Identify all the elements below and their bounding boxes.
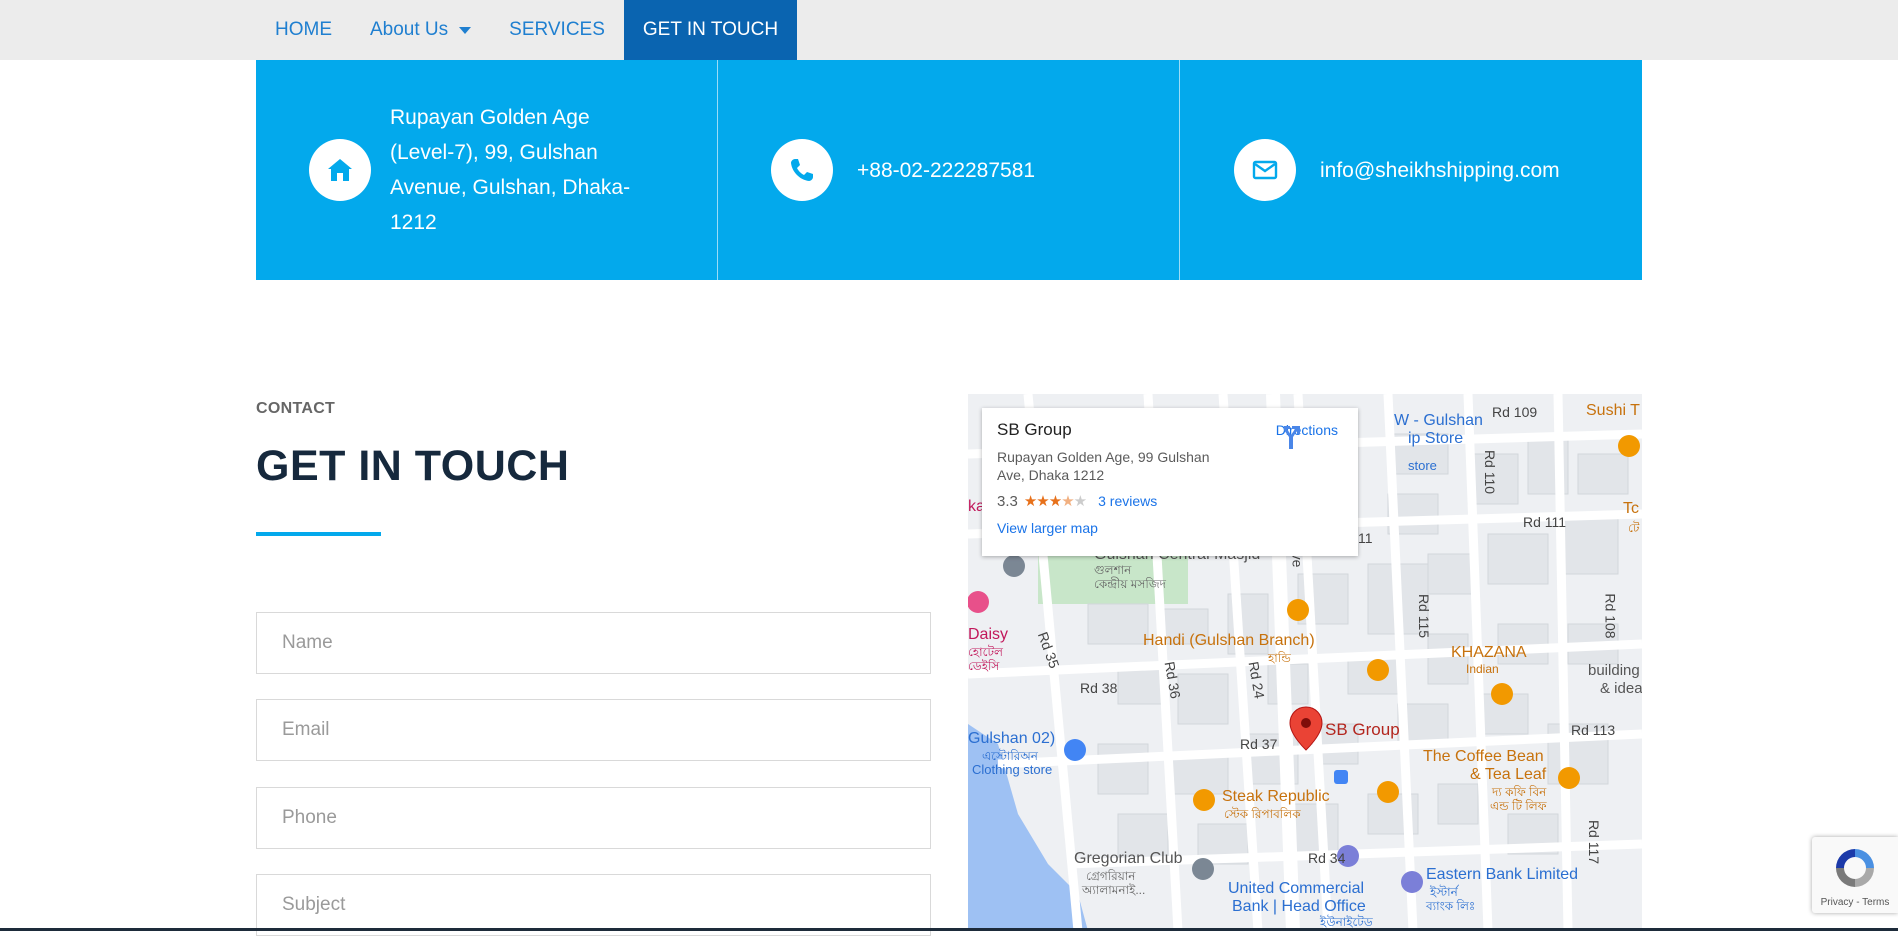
envelope-icon (1234, 139, 1296, 201)
rating-value: 3.3 (997, 492, 1018, 510)
map-label: ডেইসি (968, 659, 1000, 673)
map-label: Gulshan 02) (968, 730, 1056, 747)
email-text[interactable]: info@sheikhshipping.com (1320, 153, 1560, 188)
email-block: info@sheikhshipping.com (1180, 60, 1642, 280)
map-place-card: SB Group Rupayan Golden Age, 99 Gulshan … (982, 408, 1358, 556)
map-label: অ্যালামনাই... (1082, 883, 1146, 897)
map-label: ip Store (1408, 430, 1464, 447)
rating-stars-icon: ★★★★★ (1023, 493, 1087, 510)
map-label: Rd 115 (1416, 593, 1433, 639)
nav-about-us-label: About Us (370, 19, 449, 40)
map-label: Rd 111 (1523, 514, 1567, 530)
map-label: & idea (1600, 680, 1642, 697)
nav-home[interactable]: HOME (256, 0, 351, 60)
map-label: The Coffee Bean (1423, 748, 1544, 765)
map-label: 11 (1358, 530, 1373, 546)
map-label: store (1408, 458, 1437, 473)
nav-get-in-touch[interactable]: GET IN TOUCH (623, 0, 798, 60)
map-label: United Commercial (1228, 880, 1365, 897)
email-input[interactable] (256, 699, 931, 761)
sb-group-pin-label: SB Group (1325, 720, 1400, 739)
nav-home-label: HOME (275, 19, 332, 40)
phone-text[interactable]: +88-02-222287581 (857, 153, 1035, 188)
map-label: Rd 117 (1586, 819, 1603, 865)
map-label: Rd 109 (1492, 404, 1538, 420)
directions-button[interactable]: Directions (1276, 422, 1338, 449)
view-larger-map-link[interactable]: View larger map (997, 520, 1343, 536)
map-label: Clothing store (972, 762, 1053, 777)
map-label: building te (1588, 662, 1642, 679)
recaptcha-icon (1836, 849, 1874, 887)
place-address: Rupayan Golden Age, 99 Gulshan Ave, Dhak… (997, 449, 1210, 483)
home-icon (309, 139, 371, 201)
phone-input[interactable] (256, 787, 931, 849)
map-label: হান্ডি (1268, 651, 1291, 665)
map-label: Tc (1623, 500, 1639, 517)
place-rating: 3.3 ★★★★★ 3 reviews (997, 492, 1343, 511)
caret-down-icon (459, 26, 472, 34)
contact-info-band: Rupayan Golden Age (Level-7), 99, Gulsha… (256, 60, 1642, 280)
top-navbar: HOME About Us SERVICES GET IN TOUCH (0, 0, 1898, 60)
nav-services-label: SERVICES (509, 19, 605, 40)
map-label: Daisy (968, 626, 1009, 643)
google-map[interactable]: W - Gulshan ip Store store Rd 109 Sushi … (968, 394, 1642, 931)
phone-block: +88-02-222287581 (718, 60, 1180, 280)
directions-icon (1283, 426, 1300, 449)
map-label: টে (1628, 521, 1640, 535)
map-label: কেন্দ্রীয় মসজিদ (1094, 577, 1166, 591)
map-label: এন্ড টি লিফ (1490, 799, 1547, 813)
map-label: Eastern Bank Limited (1426, 866, 1579, 883)
map-label: Rd 38 (1080, 680, 1118, 696)
map-label: Handi (Gulshan Branch) (1143, 632, 1315, 649)
nav-get-in-touch-label: GET IN TOUCH (642, 19, 779, 40)
map-label: Rd 34 (1308, 850, 1346, 866)
address-block: Rupayan Golden Age (Level-7), 99, Gulsha… (256, 60, 718, 280)
recaptcha-links[interactable]: Privacy - Terms (1812, 897, 1898, 908)
map-label: Gregorian Club (1074, 850, 1183, 867)
map-label: Indian (1466, 662, 1499, 676)
map-label: স্টেক রিপাবলিক (1224, 807, 1301, 821)
name-input[interactable] (256, 612, 931, 674)
map-label: Rd 37 (1240, 736, 1278, 752)
map-label: Rd 113 (1571, 722, 1616, 738)
nav-about-us[interactable]: About Us (351, 0, 490, 60)
section-title: GET IN TOUCH (256, 442, 570, 490)
map-label: Steak Republic (1222, 788, 1330, 805)
map-label: Rd 108 (1602, 593, 1619, 639)
map-label: ব্যাংক লিঃ (1426, 899, 1476, 913)
title-underline (256, 532, 381, 536)
address-text: Rupayan Golden Age (Level-7), 99, Gulsha… (390, 106, 631, 234)
map-label: Rd 110 (1482, 449, 1499, 495)
subject-input[interactable] (256, 874, 931, 936)
nav-services[interactable]: SERVICES (490, 0, 624, 60)
reviews-link[interactable]: 3 reviews (1098, 493, 1157, 509)
nav-menu: HOME About Us SERVICES GET IN TOUCH (256, 0, 798, 60)
phone-icon (771, 139, 833, 201)
recaptcha-badge[interactable]: Privacy - Terms (1812, 837, 1898, 913)
map-label: & Tea Leaf (1470, 766, 1547, 783)
map-label: W - Gulshan (1394, 412, 1483, 429)
map-label: Sushi T (1586, 402, 1640, 419)
map-label: KHAZANA (1451, 644, 1527, 661)
section-kicker: CONTACT (256, 400, 336, 417)
